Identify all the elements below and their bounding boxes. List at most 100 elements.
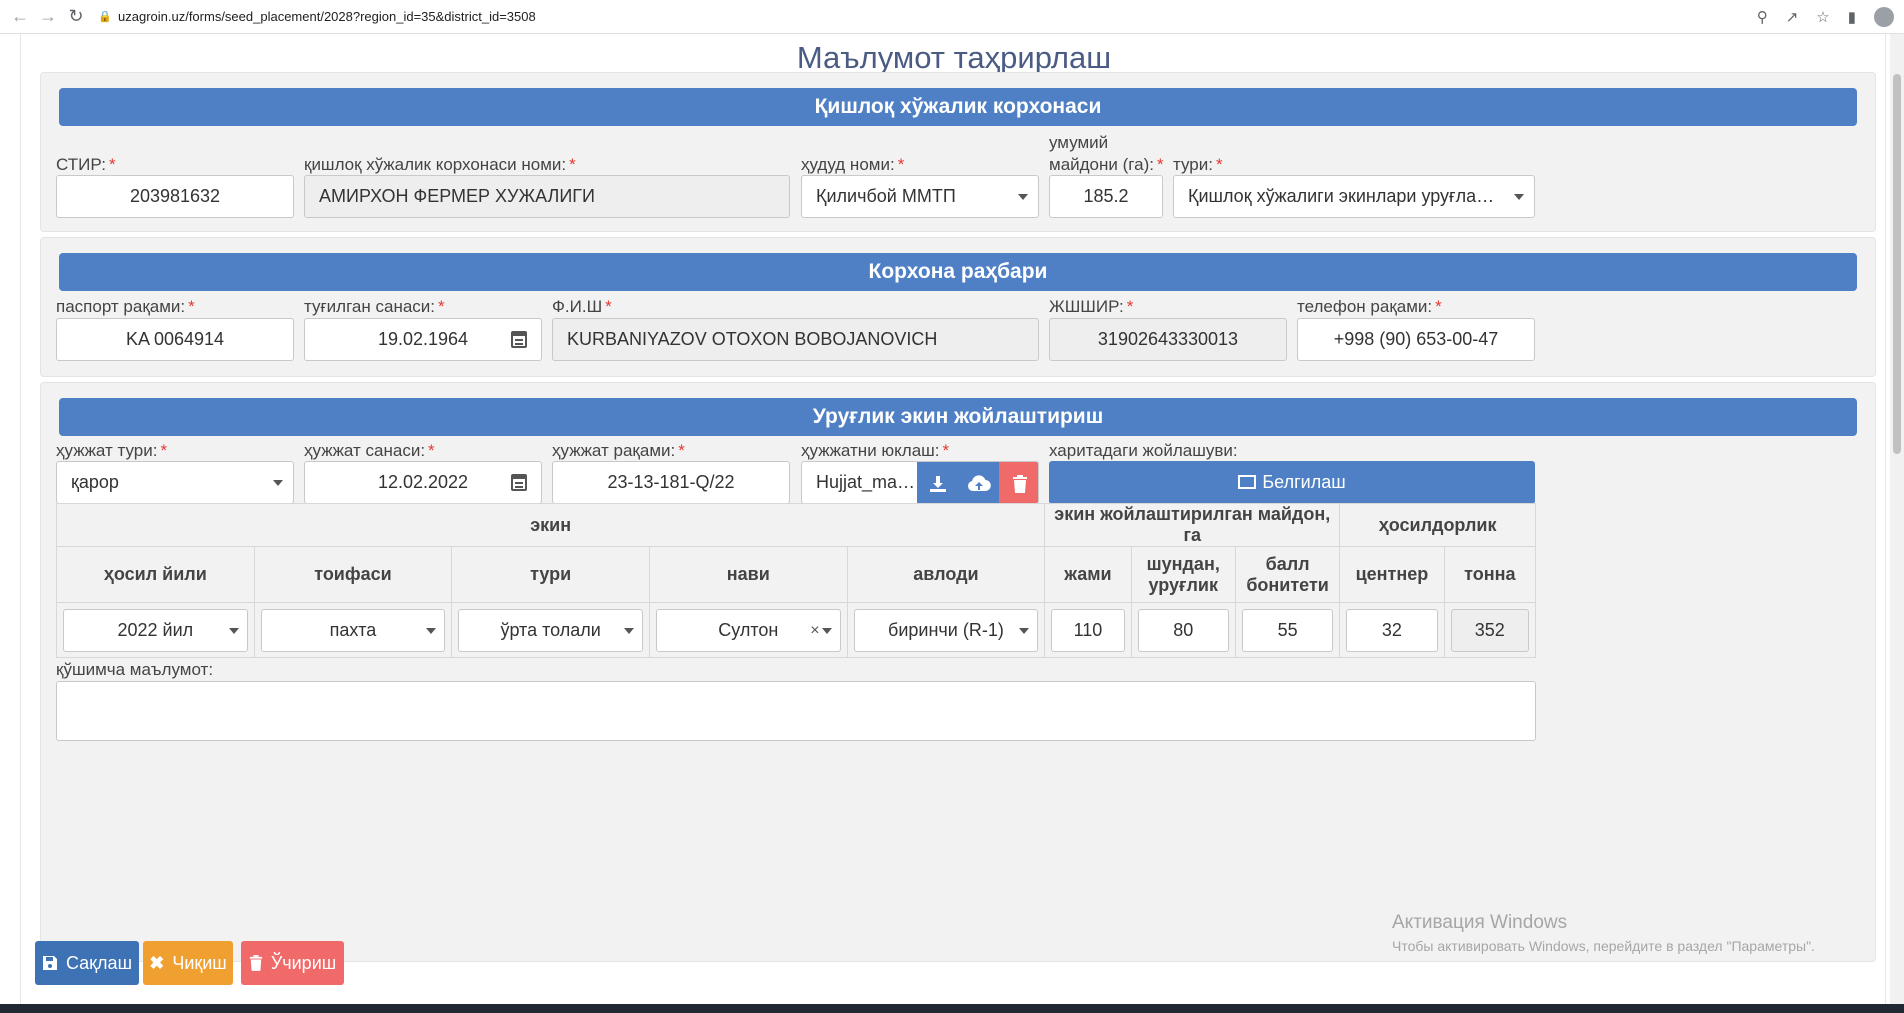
birth-date-input[interactable]: 19.02.1964: [304, 318, 542, 361]
passport-label: паспорт рақами: *: [56, 297, 195, 316]
farm-section: Қишлоқ хўжалик корхонаси СТИР: * 20398163…: [40, 72, 1876, 232]
floppy-disk-icon: [42, 956, 57, 970]
reload-icon[interactable]: ↻: [62, 3, 90, 31]
jshshir-input[interactable]: 31902643330013: [1049, 318, 1287, 361]
sidepanel-icon[interactable]: ▮: [1848, 8, 1856, 26]
download-button[interactable]: [917, 462, 958, 503]
doc-number-label: ҳужжат рақами: *: [552, 441, 685, 460]
total-area-input[interactable]: 185.2: [1049, 175, 1163, 218]
fio-input[interactable]: KURBANIYAZOV OTOXON BOBOJANOVICH: [552, 318, 1039, 361]
jshshir-label: ЖШШИР: *: [1049, 297, 1134, 316]
territory-label: ҳудуд номи: *: [801, 155, 905, 174]
doc-date-label: ҳужжат санаси: *: [304, 441, 435, 460]
back-icon[interactable]: ←: [6, 3, 34, 31]
chevron-down-icon: [1019, 627, 1030, 634]
share-icon[interactable]: ↗: [1786, 8, 1799, 26]
group-header-yield: ҳосилдорлик: [1339, 503, 1536, 547]
crop-type-select[interactable]: ўрта толали: [458, 608, 643, 652]
generation-select[interactable]: биринчи (R-1): [853, 608, 1039, 652]
col-header-category: тоифаси: [253, 546, 453, 603]
chevron-down-icon: [1018, 194, 1028, 200]
col-header-seed: шундан, уруғлик: [1130, 546, 1236, 603]
doc-date-input[interactable]: 12.02.2022: [304, 461, 542, 504]
extra-info-textarea[interactable]: [56, 681, 1536, 741]
col-header-centner: центнер: [1339, 546, 1445, 603]
year-select[interactable]: 2022 йил: [63, 608, 248, 652]
table-row: 2022 йил пахта ўрта толали Султон × бирин…: [56, 602, 1537, 658]
calendar-icon[interactable]: [511, 331, 527, 348]
activation-watermark-text: Чтобы активировать Windows, перейдите в …: [1392, 938, 1815, 954]
stir-input[interactable]: 203981632: [56, 175, 294, 218]
url-text: uzagroin.uz/forms/seed_placement/2028?re…: [118, 9, 536, 24]
bonitet-cell[interactable]: 55: [1241, 608, 1334, 652]
passport-input[interactable]: KA 0064914: [56, 318, 294, 361]
total-area-label-2: майдони (га): *: [1049, 155, 1164, 174]
chevron-down-icon: [228, 627, 239, 634]
activation-watermark-title: Активация Windows: [1392, 912, 1568, 933]
map-icon: [1238, 475, 1257, 489]
stir-label: СТИР: *: [56, 155, 116, 174]
zoom-icon[interactable]: ⚲: [1757, 8, 1768, 26]
variety-select[interactable]: Султон ×: [655, 608, 841, 652]
extra-info-label: қўшимча маълумот:: [56, 660, 214, 679]
director-section: Корхона раҳбари паспорт рақами: * KA 0064…: [40, 237, 1876, 377]
farm-name-label: қишлоқ хўжалик корхонаси номи: *: [304, 155, 576, 174]
fio-label: Ф.И.Ш *: [552, 297, 612, 316]
address-bar[interactable]: 🔒 uzagroin.uz/forms/seed_placement/2028?…: [98, 4, 536, 30]
col-header-generation: авлоди: [846, 546, 1046, 603]
farm-section-header: Қишлоқ хўжалик корхонаси: [59, 88, 1857, 126]
map-location-label: харитадаги жойлашуви:: [1049, 441, 1238, 460]
birth-date-label: туғилган санаси: *: [304, 297, 445, 316]
page-scrollbar[interactable]: [1890, 34, 1904, 1004]
doc-number-input[interactable]: 23-13-181-Q/22: [552, 461, 790, 504]
col-header-type: тури: [451, 546, 650, 603]
farm-type-select[interactable]: Қишлоқ хўжалиги экинлари уруғларини ети.…: [1173, 175, 1535, 218]
delete-button[interactable]: Ўчириш: [241, 941, 344, 985]
download-icon: [929, 475, 946, 492]
page-container: Маълумот таҳрирлаш Қишлоқ хўжалик корхон…: [20, 34, 1886, 1004]
lock-icon: 🔒: [98, 10, 112, 23]
map-mark-button[interactable]: Белгилаш: [1049, 461, 1535, 504]
director-section-header: Корхона раҳбари: [59, 253, 1857, 291]
close-icon: ✖: [149, 952, 165, 973]
phone-label: телефон рақами: *: [1297, 297, 1442, 316]
col-header-variety: нави: [648, 546, 848, 603]
category-select[interactable]: пахта: [260, 608, 446, 652]
col-header-total: жами: [1044, 546, 1132, 603]
doc-type-select[interactable]: қарор: [56, 461, 294, 504]
crop-table: экин экин жойлаштирилган майдон, га ҳоси…: [55, 503, 1537, 658]
doc-type-label: ҳужжат тури: *: [56, 441, 168, 460]
chevron-down-icon: [821, 627, 832, 634]
total-area-cell[interactable]: 110: [1051, 608, 1125, 652]
doc-upload-filename: Hujjat_mat...: [816, 472, 916, 492]
phone-input[interactable]: +998 (90) 653-00-47: [1297, 318, 1535, 361]
seed-placement-header: Уруғлик экин жойлаштириш: [59, 398, 1857, 436]
calendar-icon[interactable]: [511, 474, 527, 491]
clear-icon[interactable]: ×: [810, 610, 819, 651]
upload-button[interactable]: [958, 462, 999, 503]
col-header-ton: тонна: [1443, 546, 1537, 603]
chevron-down-icon: [273, 480, 283, 486]
forward-icon[interactable]: →: [34, 3, 62, 31]
star-icon[interactable]: ☆: [1816, 8, 1829, 26]
delete-file-button[interactable]: [999, 462, 1038, 503]
profile-avatar[interactable]: [1874, 7, 1894, 27]
trash-icon: [249, 955, 262, 971]
farm-name-input[interactable]: АМИРХОН ФЕРМЕР ХУЖАЛИГИ: [304, 175, 790, 218]
cloud-upload-icon: [967, 474, 991, 491]
seed-placement-section: Уруғлик экин жойлаштириш ҳужжат тури: * қ…: [40, 382, 1876, 962]
doc-upload-field[interactable]: Hujjat_mat...: [801, 461, 1039, 504]
chevron-down-icon: [1514, 194, 1524, 200]
taskbar: [0, 1004, 1904, 1013]
col-header-bonitet: балл бонитети: [1234, 546, 1341, 603]
chevron-down-icon: [426, 627, 437, 634]
centner-cell[interactable]: 32: [1346, 608, 1438, 652]
col-header-year: ҳосил йили: [56, 546, 255, 603]
territory-select[interactable]: Қиличбой ММТП: [801, 175, 1039, 218]
exit-button[interactable]: ✖ Чиқиш: [143, 941, 233, 985]
seed-area-cell[interactable]: 80: [1137, 608, 1229, 652]
browser-toolbar: ← → ↻ 🔒 uzagroin.uz/forms/seed_placement…: [0, 0, 1904, 34]
scrollbar-thumb[interactable]: [1893, 74, 1901, 454]
chevron-down-icon: [623, 627, 634, 634]
save-button[interactable]: Сақлаш: [35, 941, 139, 985]
